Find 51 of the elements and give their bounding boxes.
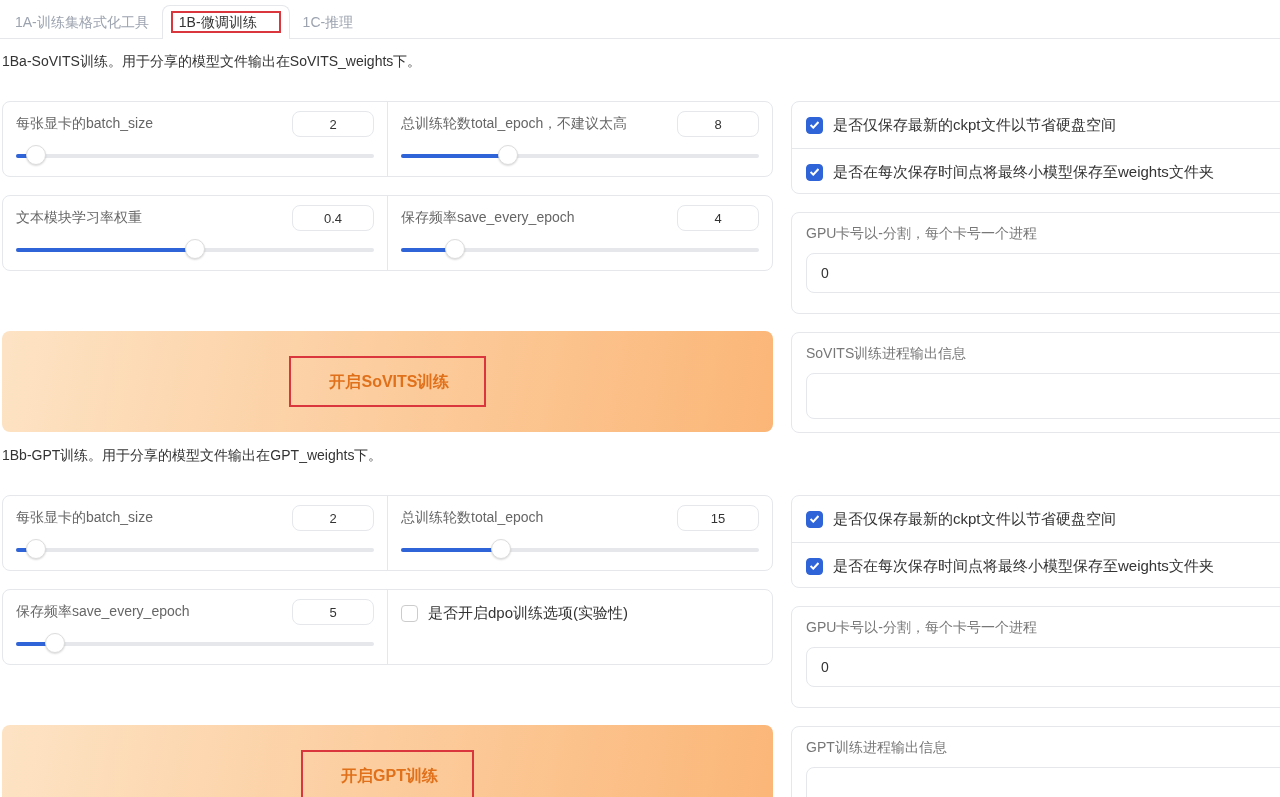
checkbox[interactable] [806, 163, 823, 181]
checkbox[interactable] [806, 510, 823, 528]
checkbox[interactable] [806, 557, 823, 575]
number-input[interactable]: 0.4 [292, 205, 374, 231]
check-icon [810, 562, 819, 570]
output-field[interactable] [806, 373, 1280, 419]
section-heading: 1Ba-SoVITS训练。用于分享的模型文件输出在SoVITS_weights下。 [1, 52, 423, 71]
check-icon [810, 168, 819, 176]
slider-thumb[interactable] [444, 239, 465, 259]
checkbox-label: 是否仅保存最新的ckpt文件以节省硬盘空间 [833, 115, 1116, 135]
slider-thumb[interactable] [25, 145, 46, 165]
check-icon [810, 515, 819, 523]
slider[interactable] [16, 634, 374, 654]
slider[interactable] [16, 240, 374, 260]
gpu-input-field[interactable]: 0 [806, 647, 1280, 687]
slider-thumb[interactable] [25, 539, 46, 559]
field-label: GPU卡号以-分割，每个卡号一个进程 [806, 619, 1038, 637]
slider[interactable] [401, 240, 759, 260]
gpu-input-field[interactable]: 0 [806, 253, 1280, 293]
section-heading: 1Bb-GPT训练。用于分享的模型文件输出在GPT_weights下。 [1, 446, 384, 465]
tab[interactable]: 1B-微调训练 [161, 5, 290, 39]
slider-thumb[interactable] [45, 633, 66, 653]
field-label: SoVITS训练进程输出信息 [806, 345, 968, 363]
number-input[interactable]: 8 [677, 111, 759, 137]
slider-label: 总训练轮数total_epoch [401, 508, 544, 526]
field-label: GPU卡号以-分割，每个卡号一个进程 [806, 225, 1038, 243]
slider-label: 每张显卡的batch_size [16, 508, 153, 526]
slider-label: 保存频率save_every_epoch [16, 602, 190, 620]
checkbox-label: 是否仅保存最新的ckpt文件以节省硬盘空间 [833, 509, 1116, 529]
slider-label: 每张显卡的batch_size [16, 114, 153, 132]
slider[interactable] [16, 146, 374, 166]
slider-thumb[interactable] [185, 239, 205, 259]
slider[interactable] [16, 540, 374, 560]
number-input[interactable]: 4 [677, 205, 759, 231]
slider[interactable] [401, 146, 759, 166]
slider-label: 总训练轮数total_epoch，不建议太高 [401, 114, 628, 132]
slider-label: 保存频率save_every_epoch [401, 208, 575, 226]
checkbox-label: 是否在每次保存时间点将最终小模型保存至weights文件夹 [833, 556, 1214, 576]
slider-label: 文本模块学习率权重 [16, 208, 142, 226]
slider[interactable] [401, 540, 759, 560]
checkbox-label: 是否在每次保存时间点将最终小模型保存至weights文件夹 [833, 162, 1214, 182]
slider-thumb[interactable] [491, 539, 512, 559]
slider-thumb[interactable] [498, 145, 519, 165]
field-label: GPT训练进程输出信息 [806, 739, 948, 757]
checkbox[interactable] [806, 116, 823, 134]
number-input[interactable]: 15 [677, 505, 759, 531]
number-input[interactable]: 2 [292, 111, 374, 137]
check-icon [810, 121, 819, 129]
number-input[interactable]: 2 [292, 505, 374, 531]
checkbox-label: 是否开启dpo训练选项(实验性) [428, 604, 629, 623]
number-input[interactable]: 5 [292, 599, 374, 625]
